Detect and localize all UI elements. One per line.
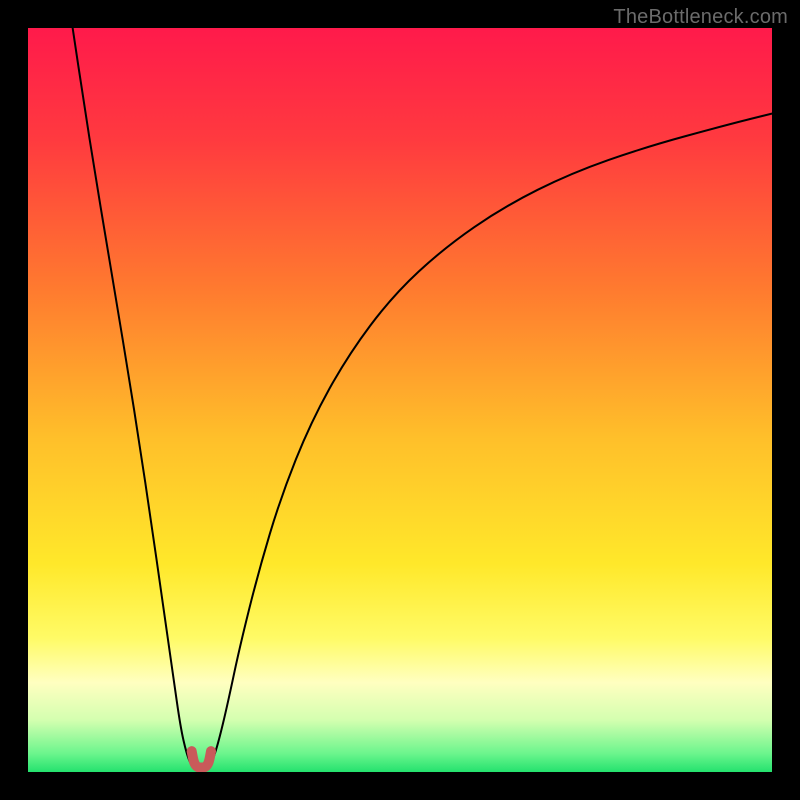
chart-svg [28,28,772,772]
gradient-background [28,28,772,772]
chart-plot-area [28,28,772,772]
outer-frame: TheBottleneck.com [0,0,800,800]
watermark-text: TheBottleneck.com [613,6,788,29]
